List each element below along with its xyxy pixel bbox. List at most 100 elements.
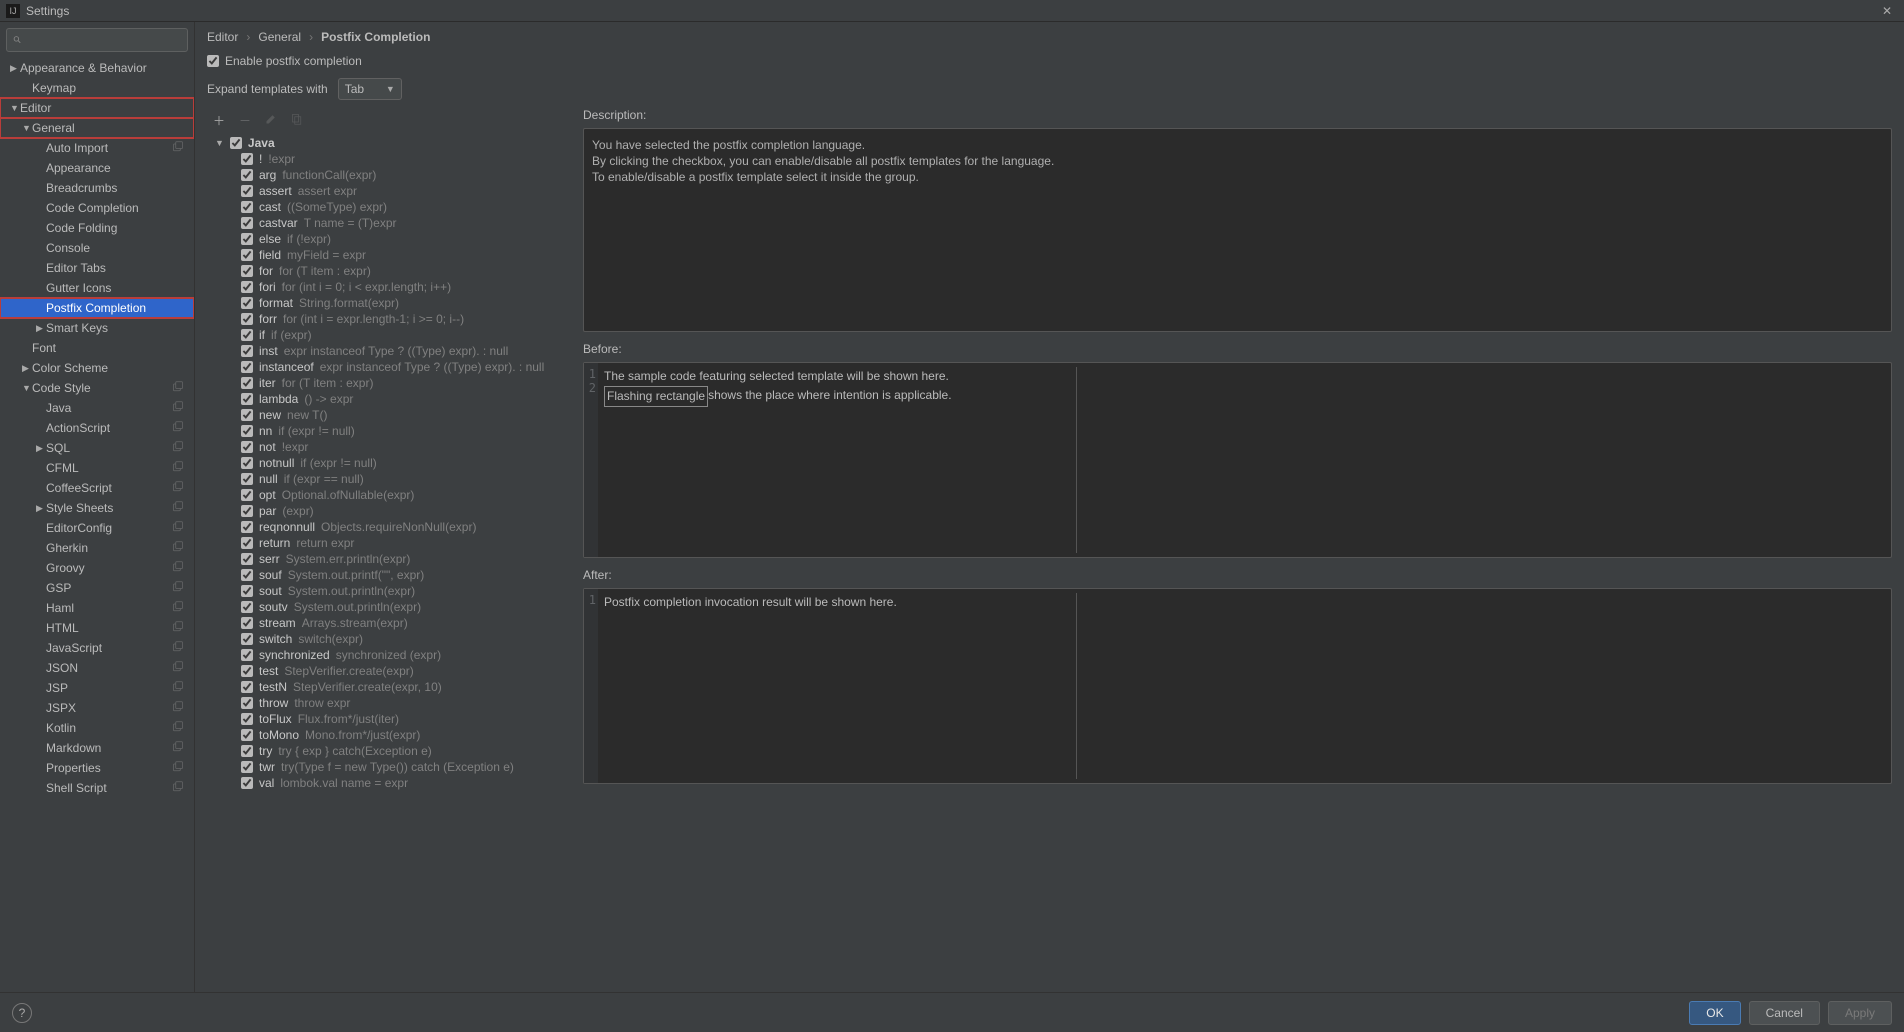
template-row[interactable]: assertassert expr	[207, 183, 573, 199]
template-checkbox[interactable]	[241, 697, 253, 709]
sidebar-item-editor-tabs[interactable]: Editor Tabs	[0, 258, 194, 278]
template-checkbox[interactable]	[241, 617, 253, 629]
template-checkbox[interactable]	[241, 777, 253, 789]
template-checkbox[interactable]	[241, 377, 253, 389]
sidebar-item-font[interactable]: Font	[0, 338, 194, 358]
add-button[interactable]: ＋	[213, 112, 225, 129]
template-checkbox[interactable]	[241, 185, 253, 197]
sidebar-item-editorconfig[interactable]: EditorConfig	[0, 518, 194, 538]
template-checkbox[interactable]	[241, 745, 253, 757]
template-checkbox[interactable]	[241, 569, 253, 581]
search-input[interactable]	[26, 33, 181, 47]
template-row[interactable]: nullif (expr == null)	[207, 471, 573, 487]
sidebar-item-coffeescript[interactable]: CoffeeScript	[0, 478, 194, 498]
template-row[interactable]: optOptional.ofNullable(expr)	[207, 487, 573, 503]
sidebar-item-postfix-completion[interactable]: Postfix Completion	[0, 298, 194, 318]
template-row[interactable]: !!expr	[207, 151, 573, 167]
template-checkbox[interactable]	[241, 361, 253, 373]
sidebar-item-auto-import[interactable]: Auto Import	[0, 138, 194, 158]
template-checkbox[interactable]	[241, 313, 253, 325]
template-row[interactable]: toFluxFlux.from*/just(iter)	[207, 711, 573, 727]
sidebar-item-groovy[interactable]: Groovy	[0, 558, 194, 578]
sidebar-item-appearance[interactable]: Appearance	[0, 158, 194, 178]
template-checkbox[interactable]	[241, 265, 253, 277]
sidebar-item-appearance-behavior[interactable]: ▶Appearance & Behavior	[0, 58, 194, 78]
sidebar-item-javascript[interactable]: JavaScript	[0, 638, 194, 658]
template-row[interactable]: instanceofexpr instanceof Type ? ((Type)…	[207, 359, 573, 375]
sidebar-item-html[interactable]: HTML	[0, 618, 194, 638]
template-row[interactable]: throwthrow expr	[207, 695, 573, 711]
template-checkbox[interactable]	[241, 345, 253, 357]
template-row[interactable]: testStepVerifier.create(expr)	[207, 663, 573, 679]
template-row[interactable]: par(expr)	[207, 503, 573, 519]
sidebar-item-keymap[interactable]: Keymap	[0, 78, 194, 98]
template-checkbox[interactable]	[241, 537, 253, 549]
sidebar-item-code-folding[interactable]: Code Folding	[0, 218, 194, 238]
sidebar-item-gutter-icons[interactable]: Gutter Icons	[0, 278, 194, 298]
sidebar-item-style-sheets[interactable]: ▶Style Sheets	[0, 498, 194, 518]
template-row[interactable]: argfunctionCall(expr)	[207, 167, 573, 183]
close-icon[interactable]: ✕	[1876, 2, 1898, 20]
template-row[interactable]: soutSystem.out.println(expr)	[207, 583, 573, 599]
sidebar-item-gsp[interactable]: GSP	[0, 578, 194, 598]
template-checkbox[interactable]	[241, 681, 253, 693]
template-row[interactable]: forrfor (int i = expr.length-1; i >= 0; …	[207, 311, 573, 327]
template-checkbox[interactable]	[241, 393, 253, 405]
template-checkbox[interactable]	[241, 521, 253, 533]
template-row[interactable]: elseif (!expr)	[207, 231, 573, 247]
cancel-button[interactable]: Cancel	[1749, 1001, 1820, 1025]
template-row[interactable]: vallombok.val name = expr	[207, 775, 573, 791]
sidebar-item-sql[interactable]: ▶SQL	[0, 438, 194, 458]
template-checkbox[interactable]	[241, 505, 253, 517]
sidebar-item-smart-keys[interactable]: ▶Smart Keys	[0, 318, 194, 338]
sidebar-item-kotlin[interactable]: Kotlin	[0, 718, 194, 738]
template-checkbox[interactable]	[241, 585, 253, 597]
template-row[interactable]: nnif (expr != null)	[207, 423, 573, 439]
template-checkbox[interactable]	[241, 217, 253, 229]
template-row[interactable]: instexpr instanceof Type ? ((Type) expr)…	[207, 343, 573, 359]
template-row[interactable]: newnew T()	[207, 407, 573, 423]
sidebar-item-java[interactable]: Java	[0, 398, 194, 418]
template-checkbox[interactable]	[241, 169, 253, 181]
template-checkbox[interactable]	[241, 761, 253, 773]
sidebar-item-general[interactable]: ▼General	[0, 118, 194, 138]
language-node[interactable]: ▼ Java	[207, 135, 573, 151]
template-row[interactable]: lambda() -> expr	[207, 391, 573, 407]
sidebar-item-markdown[interactable]: Markdown	[0, 738, 194, 758]
template-row[interactable]: twrtry(Type f = new Type()) catch (Excep…	[207, 759, 573, 775]
template-row[interactable]: castvarT name = (T)expr	[207, 215, 573, 231]
template-row[interactable]: testNStepVerifier.create(expr, 10)	[207, 679, 573, 695]
sidebar-item-properties[interactable]: Properties	[0, 758, 194, 778]
language-checkbox[interactable]	[230, 137, 242, 149]
apply-button[interactable]: Apply	[1828, 1001, 1892, 1025]
template-checkbox[interactable]	[241, 233, 253, 245]
settings-tree[interactable]: ▶Appearance & BehaviorKeymap▼Editor▼Gene…	[0, 58, 194, 992]
template-checkbox[interactable]	[241, 441, 253, 453]
breadcrumb-segment[interactable]: General	[258, 30, 301, 44]
enable-postfix-checkbox[interactable]	[207, 55, 219, 67]
template-checkbox[interactable]	[241, 473, 253, 485]
template-row[interactable]: iterfor (T item : expr)	[207, 375, 573, 391]
template-row[interactable]: not!expr	[207, 439, 573, 455]
expand-key-combo[interactable]: Tab ▼	[338, 78, 402, 100]
sidebar-item-haml[interactable]: Haml	[0, 598, 194, 618]
sidebar-item-color-scheme[interactable]: ▶Color Scheme	[0, 358, 194, 378]
template-row[interactable]: ifif (expr)	[207, 327, 573, 343]
template-row[interactable]: forifor (int i = 0; i < expr.length; i++…	[207, 279, 573, 295]
template-checkbox[interactable]	[241, 729, 253, 741]
template-checkbox[interactable]	[241, 297, 253, 309]
sidebar-item-editor[interactable]: ▼Editor	[0, 98, 194, 118]
sidebar-item-code-style[interactable]: ▼Code Style	[0, 378, 194, 398]
template-row[interactable]: formatString.format(expr)	[207, 295, 573, 311]
template-row[interactable]: soufSystem.out.printf("", expr)	[207, 567, 573, 583]
template-checkbox[interactable]	[241, 649, 253, 661]
template-row[interactable]: forfor (T item : expr)	[207, 263, 573, 279]
breadcrumb-segment[interactable]: Editor	[207, 30, 238, 44]
templates-tree[interactable]: ▼ Java !!exprargfunctionCall(expr)assert…	[207, 135, 573, 992]
template-row[interactable]: soutvSystem.out.println(expr)	[207, 599, 573, 615]
template-checkbox[interactable]	[241, 409, 253, 421]
template-row[interactable]: streamArrays.stream(expr)	[207, 615, 573, 631]
template-row[interactable]: cast((SomeType) expr)	[207, 199, 573, 215]
template-checkbox[interactable]	[241, 665, 253, 677]
template-checkbox[interactable]	[241, 201, 253, 213]
